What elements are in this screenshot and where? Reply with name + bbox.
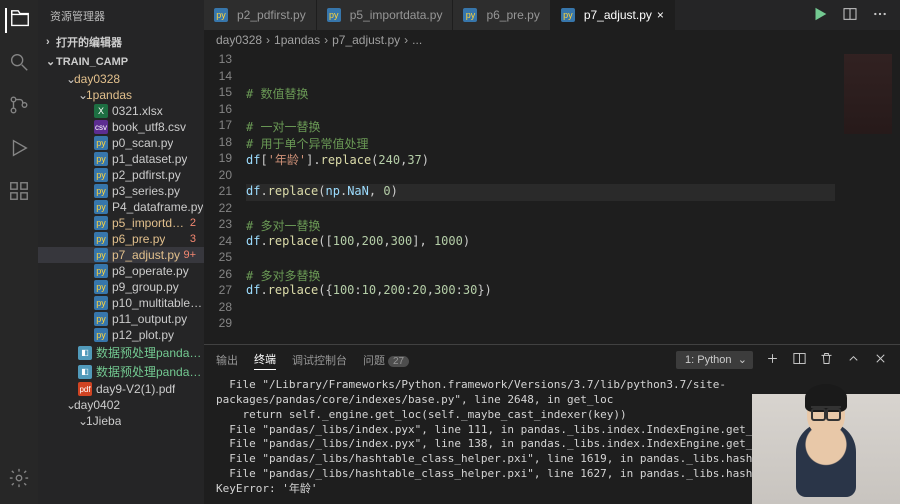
py-file-icon: py [94, 216, 108, 230]
py-file-icon: py [327, 8, 341, 22]
folder-item[interactable]: ⌄1pandas [38, 87, 204, 103]
py-file-icon: py [94, 136, 108, 150]
close-icon[interactable]: × [657, 8, 664, 22]
py-file-icon: py [94, 184, 108, 198]
source-control-icon[interactable] [8, 94, 30, 119]
file-item[interactable]: pyp3_series.py [38, 183, 204, 199]
editor-tab[interactable]: pyp2_pdfirst.py [204, 0, 317, 30]
file-item[interactable]: pyp6_pre.py3 [38, 231, 204, 247]
split-editor-icon[interactable] [842, 6, 858, 25]
breadcrumb-item[interactable]: p7_adjust.py [332, 33, 400, 47]
file-item[interactable]: ◧数据预处理pandas.x... [38, 362, 204, 381]
py-file-icon: py [463, 8, 477, 22]
line-gutter: 1314151617181920212223242526272829 [204, 50, 246, 344]
file-item[interactable]: X0321.xlsx [38, 103, 204, 119]
py-file-icon: py [561, 8, 575, 22]
extensions-icon[interactable] [8, 180, 30, 205]
settings-icon[interactable] [8, 467, 30, 492]
debug-icon[interactable] [8, 137, 30, 162]
open-editors-header[interactable]: ›打开的编辑器 [38, 32, 204, 52]
minimap[interactable] [835, 50, 900, 344]
run-icon[interactable] [812, 6, 828, 25]
file-item[interactable]: pyp7_adjust.py9+ [38, 247, 204, 263]
xl-file-icon: X [94, 104, 108, 118]
file-item[interactable]: pyp1_dataset.py [38, 151, 204, 167]
terminal-selector[interactable]: 1: Python [676, 351, 753, 369]
editor-tab[interactable]: pyp5_importdata.py [317, 0, 454, 30]
folder-item[interactable]: ⌄day0402 [38, 397, 204, 413]
file-item[interactable]: pyp10_multitable.py [38, 295, 204, 311]
py-file-icon: py [94, 152, 108, 166]
breadcrumb-item[interactable]: 1pandas [274, 33, 320, 47]
py-file-icon: py [94, 232, 108, 246]
folder-item[interactable]: ⌄day0328 [38, 71, 204, 87]
tab-actions [800, 0, 900, 30]
file-item[interactable]: pdfday9-V2(1).pdf [38, 381, 204, 397]
py-file-icon: py [94, 280, 108, 294]
split-terminal-icon[interactable] [792, 351, 807, 369]
py-file-icon: py [94, 168, 108, 182]
folder-item[interactable]: ⌄1Jieba [38, 413, 204, 429]
file-item[interactable]: csvbook_utf8.csv [38, 119, 204, 135]
editor-tabs: pyp2_pdfirst.pypyp5_importdata.pypyp6_pr… [204, 0, 900, 30]
panel-tab[interactable]: 问题27 [363, 350, 409, 370]
breadcrumb[interactable]: day0328›1pandas›p7_adjust.py›... [204, 30, 900, 50]
file-item[interactable]: pyp5_importdata...2 [38, 215, 204, 231]
py-file-icon: py [214, 8, 228, 22]
panel-tab[interactable]: 终端 [254, 349, 276, 370]
breadcrumb-item[interactable]: ... [412, 33, 422, 47]
file-item[interactable]: pyp9_group.py [38, 279, 204, 295]
code-editor[interactable]: 1314151617181920212223242526272829 # 数值替… [204, 50, 900, 344]
file-item[interactable]: pyp12_plot.py [38, 327, 204, 343]
more-icon[interactable] [872, 6, 888, 25]
webcam-overlay [752, 394, 900, 504]
close-panel-icon[interactable] [873, 351, 888, 369]
file-item[interactable]: pyp8_operate.py [38, 263, 204, 279]
code-area[interactable]: # 数值替换# 一对一替换# 用于单个异常值处理df['年龄'].replace… [246, 50, 835, 344]
py-file-icon: py [94, 200, 108, 214]
py-file-icon: py [94, 328, 108, 342]
file-item[interactable]: pyP4_dataframe.py [38, 199, 204, 215]
explorer-icon[interactable] [5, 8, 31, 33]
file-item[interactable]: ◧数据预处理pandas.p... [38, 343, 204, 362]
file-item[interactable]: pyp2_pdfirst.py [38, 167, 204, 183]
file-tree: ⌄day0328⌄1pandasX0321.xlsxcsvbook_utf8.c… [38, 71, 204, 504]
maximize-panel-icon[interactable] [846, 351, 861, 369]
editor-tab[interactable]: pyp6_pre.py [453, 0, 550, 30]
sidebar: 资源管理器 ›打开的编辑器 ⌄TRAIN_CAMP ⌄day0328⌄1pand… [38, 0, 204, 504]
file-item[interactable]: pyp11_output.py [38, 311, 204, 327]
search-icon[interactable] [8, 51, 30, 76]
py-file-icon: py [94, 248, 108, 262]
file-item[interactable]: pyp0_scan.py [38, 135, 204, 151]
project-header[interactable]: ⌄TRAIN_CAMP [38, 52, 204, 71]
sidebar-title: 资源管理器 [38, 0, 204, 32]
activity-bar [0, 0, 38, 504]
csv-file-icon: csv [94, 120, 108, 134]
py-file-icon: py [94, 296, 108, 310]
pdf-file-icon: pdf [78, 382, 92, 396]
py-file-icon: py [94, 312, 108, 326]
panel-tab[interactable]: 调试控制台 [292, 350, 347, 370]
new-terminal-icon[interactable] [765, 351, 780, 369]
editor-tab[interactable]: pyp7_adjust.py× [551, 0, 675, 30]
bottom-panel: 输出终端调试控制台问题27 1: Python File "/Library/F… [204, 344, 900, 504]
terminal-output[interactable]: File "/Library/Frameworks/Python.framewo… [204, 374, 900, 504]
panel-tab[interactable]: 输出 [216, 350, 238, 370]
breadcrumb-item[interactable]: day0328 [216, 33, 262, 47]
py-file-icon: py [94, 264, 108, 278]
xx-file-icon: ◧ [78, 365, 92, 379]
trash-icon[interactable] [819, 351, 834, 369]
xx-file-icon: ◧ [78, 346, 92, 360]
